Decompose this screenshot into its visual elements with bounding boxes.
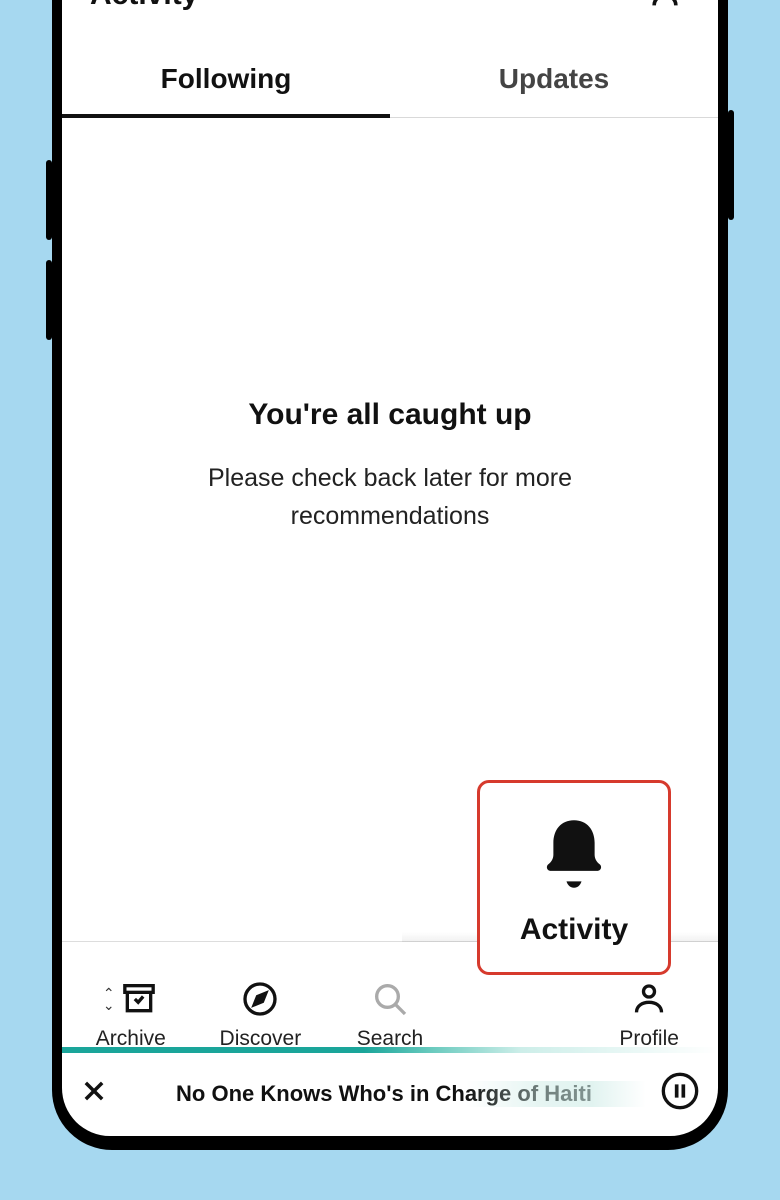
page-title: Activity	[90, 0, 198, 12]
header: Activity	[62, 0, 718, 45]
bell-icon	[529, 809, 619, 899]
archive-box-icon	[119, 979, 159, 1019]
compass-icon	[240, 979, 280, 1019]
phone-volume-down	[46, 260, 52, 340]
nav-discover[interactable]: Discover	[196, 979, 326, 1051]
pause-icon	[660, 1071, 700, 1111]
nav-profile[interactable]: Profile	[584, 979, 714, 1051]
empty-state-title: You're all caught up	[248, 398, 531, 432]
nav-archive[interactable]: ⌃⌄ Archive	[66, 979, 196, 1051]
callout-label: Activity	[520, 913, 628, 947]
close-icon	[80, 1077, 108, 1105]
phone-volume-up	[46, 160, 52, 240]
phone-frame: Activity Following Updates You're all ca	[52, 0, 728, 1150]
profile-icon	[629, 979, 669, 1019]
nav-search[interactable]: Search	[325, 979, 455, 1051]
player-track-title: No One Knows Who's in Charge of Haiti	[122, 1081, 646, 1107]
sort-chevrons-icon: ⌃⌄	[103, 988, 115, 1010]
nav-progress-bar	[62, 1047, 718, 1053]
tabs: Following Updates	[62, 45, 718, 118]
now-playing-bar[interactable]: No One Knows Who's in Charge of Haiti	[62, 1053, 718, 1136]
activity-highlight-callout: Activity	[477, 780, 671, 975]
add-friend-button[interactable]	[650, 0, 690, 17]
player-pause-button[interactable]	[660, 1071, 700, 1116]
phone-side-button	[728, 110, 734, 220]
player-close-button[interactable]	[80, 1077, 108, 1110]
tab-following[interactable]: Following	[62, 45, 390, 117]
add-person-icon	[650, 0, 690, 12]
empty-state-subtitle: Please check back later for more recomme…	[160, 460, 620, 535]
search-icon	[370, 979, 410, 1019]
tab-updates[interactable]: Updates	[390, 45, 718, 117]
app-screen: Activity Following Updates You're all ca	[62, 0, 718, 1136]
